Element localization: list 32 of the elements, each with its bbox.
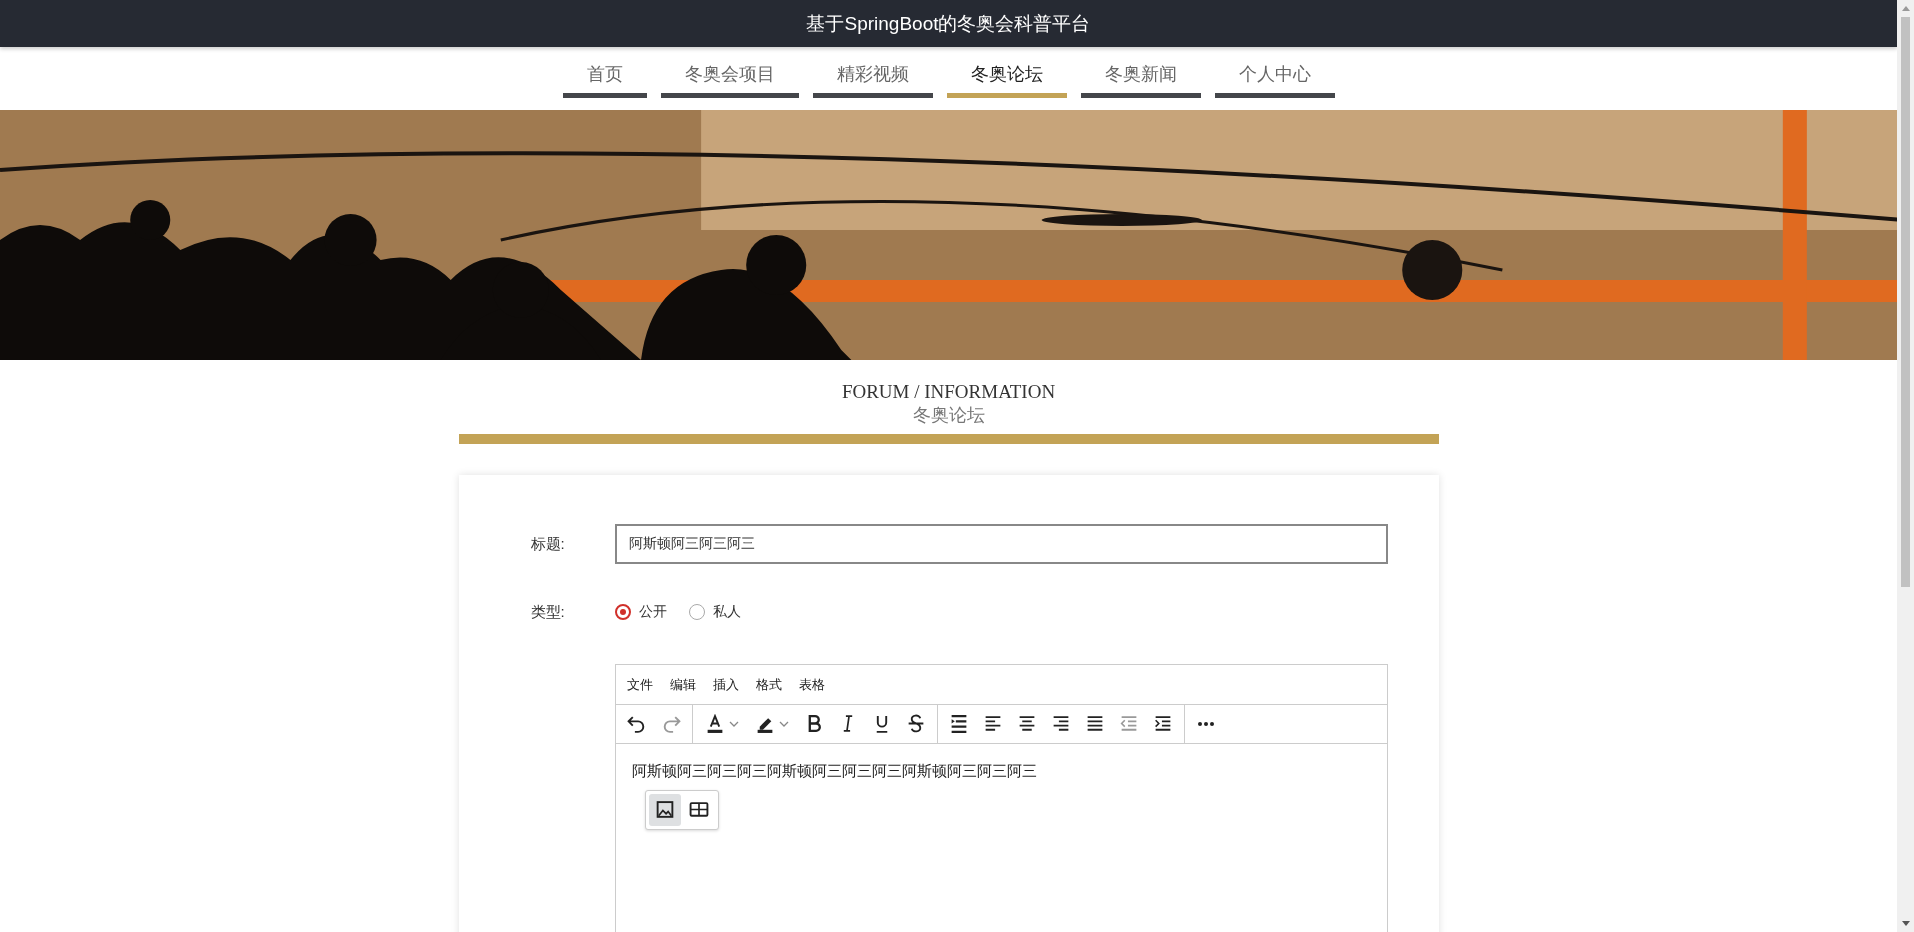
table-icon: [688, 800, 709, 820]
nav-tab[interactable]: 个人中心: [1214, 47, 1335, 98]
nav-tab[interactable]: 精彩视频: [812, 47, 933, 98]
site-title: 基于SpringBoot的冬奥会科普平台: [806, 11, 1091, 36]
nav-tab[interactable]: 冬奥会项目: [660, 47, 799, 98]
chevron-icon: [778, 721, 789, 727]
scrollbar[interactable]: [1897, 0, 1914, 932]
image-icon: [654, 800, 675, 820]
nav-tab[interactable]: 冬奥新闻: [1080, 47, 1201, 98]
menu-item[interactable]: 格式: [755, 675, 782, 694]
radio-label[interactable]: 私人: [712, 603, 741, 621]
toolbar-button[interactable]: [648, 794, 681, 826]
chevron-icon: [728, 721, 739, 727]
nav-tab[interactable]: 首页: [562, 47, 647, 98]
field-label: 类型:: [529, 602, 566, 622]
editor-text: 阿斯顿阿三阿三阿三阿斯顿阿三阿三阿三阿斯顿阿三阿三阿三: [631, 762, 1038, 781]
menu-item[interactable]: 表格: [798, 675, 825, 694]
indent-icon: [1152, 714, 1173, 734]
menu-item[interactable]: 文件: [626, 675, 653, 694]
rich-text-editor[interactable]: 文件 编辑 插入 格式 表格 阿斯顿阿三阿三阿三阿斯顿阿三阿三阿三阿斯顿阿三阿三阿三: [614, 664, 1388, 932]
menu-item[interactable]: 插入: [712, 675, 739, 694]
menu-item[interactable]: 编辑: [669, 675, 696, 694]
undo-icon: [626, 714, 647, 734]
nav-tab[interactable]: 冬奥论坛: [946, 47, 1067, 98]
radio-button[interactable]: [614, 604, 631, 620]
field-label: 标题:: [529, 534, 566, 554]
section-title: FORUM / INFORMATION: [841, 381, 1056, 403]
radio-label[interactable]: 公开: [638, 603, 667, 621]
more-icon: [1197, 722, 1214, 726]
title-field[interactable]: 阿斯顿阿三阿三阿三: [614, 524, 1388, 564]
outdent-icon: [1118, 714, 1139, 734]
section-subtitle: 冬奥论坛: [912, 404, 985, 427]
